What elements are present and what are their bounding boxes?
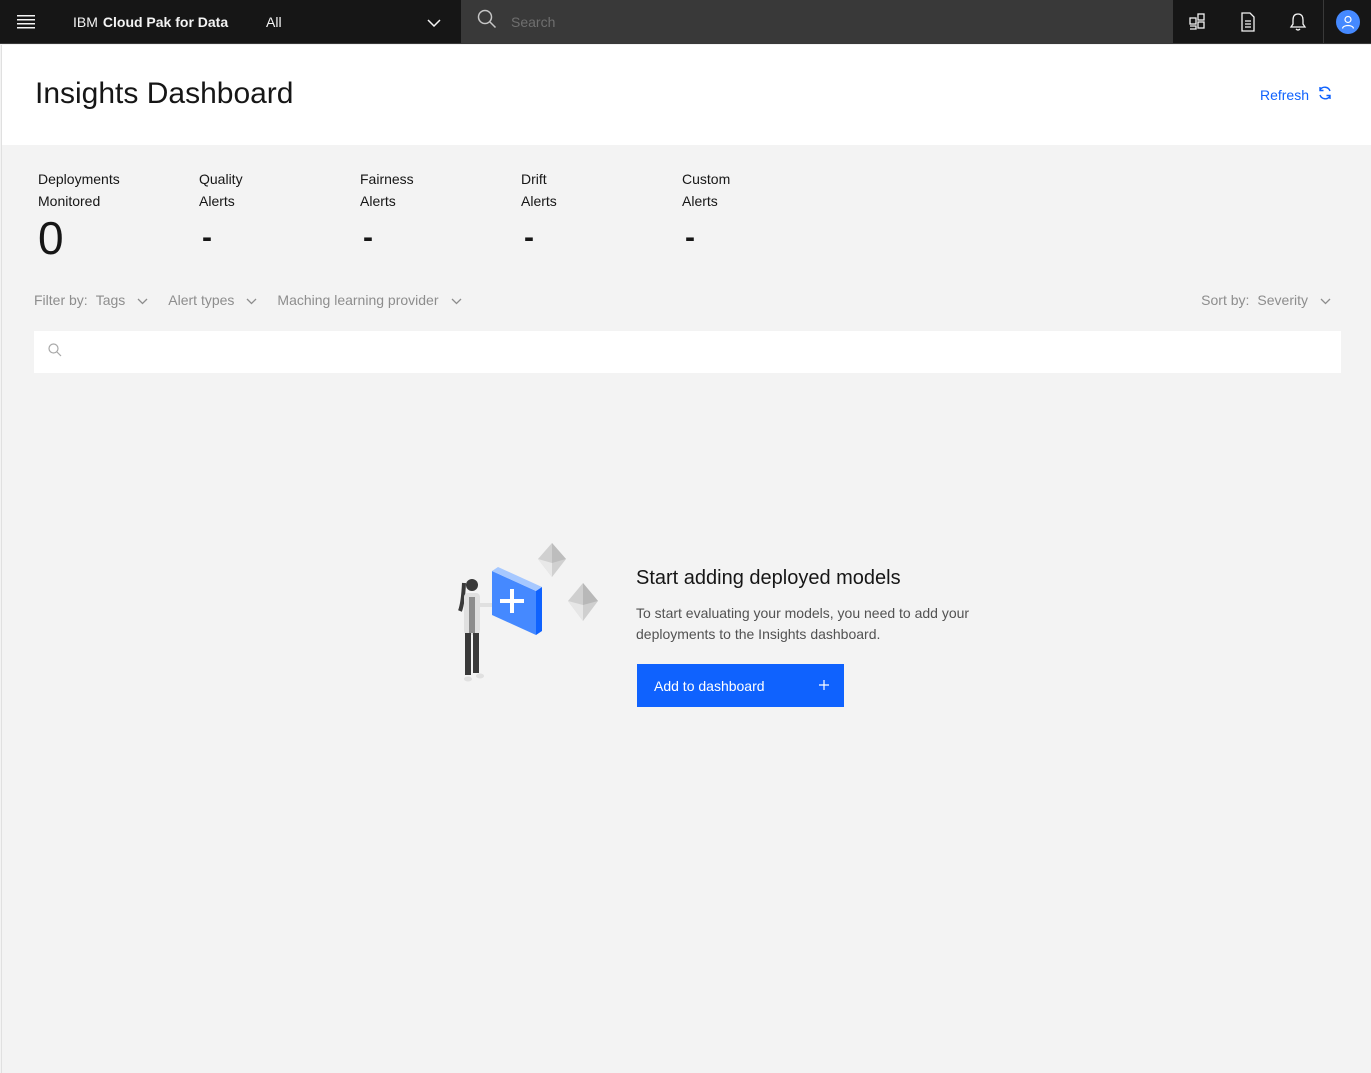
stat-deployments-monitored: Deployments Monitored 0 bbox=[38, 168, 199, 264]
sort-value: Severity bbox=[1257, 292, 1308, 308]
scope-dropdown[interactable]: All bbox=[248, 0, 461, 43]
top-nav-bar: IBM Cloud Pak for Data All bbox=[0, 0, 1371, 44]
stat-value: - bbox=[524, 221, 534, 254]
refresh-icon bbox=[1317, 85, 1333, 104]
diamond-shape bbox=[538, 543, 566, 577]
page-header: Insights Dashboard Refresh bbox=[1, 45, 1371, 145]
chevron-down-icon bbox=[1320, 292, 1331, 308]
chevron-down-icon bbox=[137, 292, 148, 308]
user-avatar-button[interactable] bbox=[1323, 0, 1371, 44]
chevron-down-icon bbox=[451, 292, 462, 308]
filter-option-label: Tags bbox=[95, 292, 126, 308]
search-icon bbox=[477, 9, 497, 34]
plus-icon bbox=[818, 678, 830, 694]
stat-label: Fairness Alerts bbox=[360, 171, 414, 209]
stat-label: Drift Alerts bbox=[521, 171, 557, 209]
stat-custom-alerts: Custom Alerts - bbox=[682, 168, 843, 264]
stats-row: Deployments Monitored 0 Quality Alerts -… bbox=[38, 168, 843, 264]
stat-value: 0 bbox=[38, 212, 64, 264]
catalog-icon[interactable] bbox=[1173, 0, 1223, 44]
scope-value: All bbox=[266, 13, 282, 30]
chevron-down-icon bbox=[427, 14, 441, 30]
filter-option-label: Maching learning provider bbox=[277, 292, 439, 308]
stat-value: - bbox=[685, 221, 695, 254]
list-search-input[interactable] bbox=[74, 344, 1274, 360]
search-icon bbox=[48, 342, 62, 362]
main-content: Deployments Monitored 0 Quality Alerts -… bbox=[1, 145, 1371, 1073]
stat-fairness-alerts: Fairness Alerts - bbox=[360, 168, 521, 264]
global-search[interactable] bbox=[461, 0, 1173, 43]
list-search[interactable] bbox=[34, 331, 1341, 373]
empty-state-illustration bbox=[450, 543, 610, 693]
stat-value: - bbox=[363, 221, 373, 254]
document-icon[interactable] bbox=[1223, 0, 1273, 44]
global-search-input[interactable] bbox=[511, 13, 1111, 30]
refresh-label: Refresh bbox=[1259, 86, 1309, 103]
filter-label: Filter by: bbox=[34, 292, 88, 308]
brand-logo[interactable]: IBM Cloud Pak for Data bbox=[52, 0, 248, 43]
filter-option-label: Alert types bbox=[168, 292, 235, 308]
add-button-label: Add to dashboard bbox=[654, 677, 765, 694]
filter-ml-provider-dropdown[interactable]: Maching learning provider bbox=[277, 292, 461, 308]
empty-state-title: Start adding deployed models bbox=[636, 567, 901, 589]
stat-label: Custom Alerts bbox=[682, 171, 731, 209]
notification-icon[interactable] bbox=[1273, 0, 1323, 44]
filter-tags-dropdown[interactable]: Tags bbox=[96, 292, 149, 308]
user-avatar-icon bbox=[1335, 10, 1360, 34]
stat-quality-alerts: Quality Alerts - bbox=[199, 168, 360, 264]
brand-prefix: IBM bbox=[73, 13, 98, 30]
refresh-button[interactable]: Refresh bbox=[1260, 85, 1333, 104]
brand-name: Cloud Pak for Data bbox=[102, 13, 229, 30]
sort-label: Sort by: bbox=[1201, 292, 1250, 308]
stat-label: Deployments Monitored bbox=[38, 171, 120, 209]
chevron-down-icon bbox=[246, 292, 257, 308]
sort-dropdown[interactable]: Sort by: Severity bbox=[1201, 292, 1331, 308]
page-title: Insights Dashboard bbox=[35, 77, 294, 110]
empty-state-description: To start evaluating your models, you nee… bbox=[636, 605, 970, 642]
menu-icon[interactable] bbox=[0, 0, 52, 44]
filter-bar: Filter by: Tags Alert types Maching lear… bbox=[34, 292, 482, 308]
filter-alert-types-dropdown[interactable]: Alert types bbox=[168, 292, 257, 308]
header-actions bbox=[1173, 0, 1371, 44]
stat-label: Quality Alerts bbox=[199, 171, 243, 209]
stat-drift-alerts: Drift Alerts - bbox=[521, 168, 682, 264]
add-to-dashboard-button[interactable]: Add to dashboard bbox=[637, 664, 844, 707]
stat-value: - bbox=[202, 221, 212, 254]
